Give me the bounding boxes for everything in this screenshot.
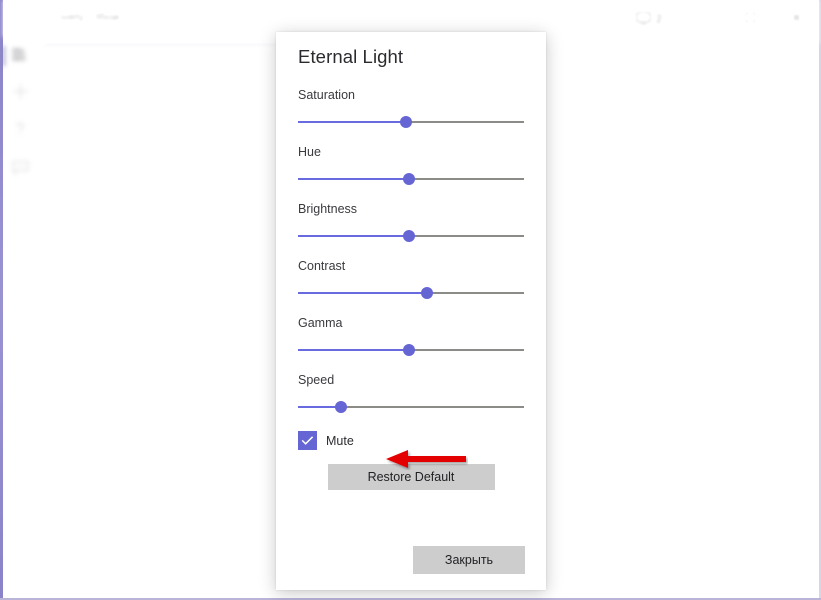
minimize-icon (698, 10, 710, 28)
mute-row[interactable]: Mute (276, 428, 546, 450)
slider-field-gamma: Gamma (276, 316, 546, 356)
hue-slider[interactable] (298, 173, 524, 185)
maximize-button[interactable] (727, 0, 773, 37)
gear-icon (12, 1, 29, 23)
slider-field-saturation: Saturation (276, 88, 546, 128)
monitor-selector-button[interactable]: 2 (617, 0, 681, 37)
question-mark-icon (12, 121, 28, 143)
slider-label: Gamma (298, 316, 343, 330)
speed-slider[interactable] (298, 401, 524, 413)
sidebar-bottom (3, 0, 37, 31)
sidebar-item-settings[interactable] (3, 0, 37, 31)
slider-thumb[interactable] (402, 230, 415, 242)
slider-field-speed: Speed (276, 373, 546, 413)
red-left-arrow-annotation (386, 448, 468, 475)
dialog-footer: Закрыть (276, 546, 546, 574)
monitor-icon (635, 12, 651, 25)
slider-thumb[interactable] (400, 116, 413, 128)
slider-fill (298, 178, 409, 180)
plus-icon (12, 83, 29, 105)
sidebar-item-help[interactable] (3, 113, 37, 151)
monitor-count-label: 2 (655, 11, 663, 26)
mute-label: Mute (326, 433, 354, 448)
close-icon (790, 10, 802, 28)
minimize-button[interactable] (681, 0, 727, 37)
title-bar-controls: 2 (617, 0, 819, 37)
wallpaper-settings-dialog: Eternal Light Saturation Hue Brightness … (276, 32, 546, 590)
brightness-slider[interactable] (298, 230, 524, 242)
slider-label: Speed (298, 373, 335, 387)
contrast-slider[interactable] (298, 287, 524, 299)
sidebar-item-feedback[interactable] (3, 151, 37, 189)
chat-bubble-icon (11, 160, 29, 180)
gamma-slider[interactable] (298, 344, 524, 356)
dialog-title: Eternal Light (298, 46, 404, 67)
slider-label: Hue (298, 145, 321, 159)
slider-label: Saturation (298, 88, 355, 102)
check-icon (301, 435, 314, 446)
library-books-icon (11, 46, 29, 67)
slider-fill (298, 121, 407, 123)
mute-checkbox[interactable] (298, 431, 317, 450)
slider-fill (298, 235, 409, 237)
slider-field-contrast: Contrast (276, 259, 546, 299)
slider-label: Contrast (298, 259, 346, 273)
slider-thumb[interactable] (402, 173, 415, 185)
maximize-icon (744, 10, 756, 28)
slider-label: Brightness (298, 202, 358, 216)
dialog-body: Saturation Hue Brightness Contrast Gamma… (276, 88, 546, 490)
sidebar-item-library[interactable] (3, 37, 37, 75)
saturation-slider[interactable] (298, 116, 524, 128)
slider-field-brightness: Brightness (276, 202, 546, 242)
slider-fill (298, 292, 427, 294)
close-button[interactable] (773, 0, 819, 37)
slider-thumb[interactable] (402, 344, 415, 356)
window-title: Lively Обои (52, 10, 121, 24)
slider-thumb[interactable] (334, 401, 347, 413)
slider-field-hue: Hue (276, 145, 546, 185)
sidebar-item-add[interactable] (3, 75, 37, 113)
close-dialog-button[interactable]: Закрыть (413, 546, 525, 574)
slider-thumb[interactable] (420, 287, 433, 299)
slider-fill (298, 349, 409, 351)
app-window: Lively Обои 2 Eternal Light Saturation H… (0, 0, 821, 600)
